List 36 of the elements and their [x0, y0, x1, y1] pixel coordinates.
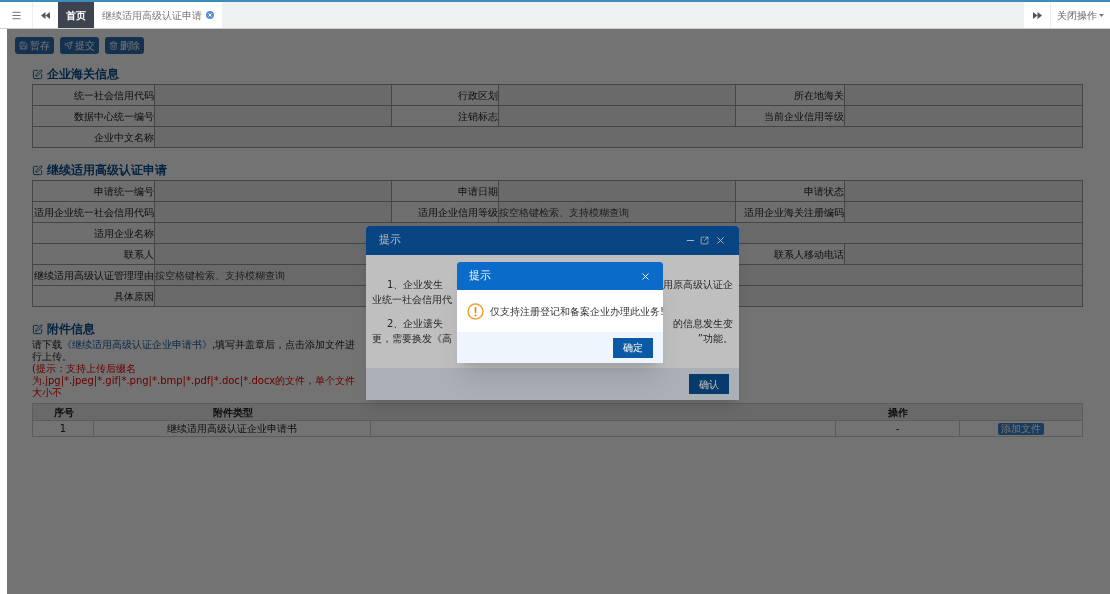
- table-cell: 1: [33, 421, 94, 436]
- field-label: 适用企业海关注册编码: [735, 202, 845, 222]
- column-header: 操作: [887, 405, 909, 420]
- instruction-text: 请下载《继续适用高级认证企业申请书》,填写并盖章后，点击添加文件进行上传。: [32, 339, 357, 363]
- dialog-text: ”功能。: [697, 332, 733, 346]
- field-label: 当前企业信用等级: [735, 106, 845, 126]
- field-label: 注销标志: [391, 106, 499, 126]
- section-title: 企业海关信息: [47, 66, 119, 83]
- field-label: 所在地海关: [735, 85, 845, 105]
- alert-title: 提示: [469, 267, 491, 284]
- table-cell: 继续适用高级认证企业申请书: [94, 421, 371, 436]
- hint-text: (提示：支持上传后缀名为.jpg|*.jpeg|*.gif|*.png|*.bmp|*.pdf|*.doc|*.docx的文件，单个文件大小不: [32, 363, 357, 399]
- dialog-text: 业统一社会信用代: [372, 293, 452, 307]
- field-label: 申请统一编号: [33, 181, 155, 201]
- field-label: 申请日期: [391, 181, 499, 201]
- field-label: 适用企业名称: [33, 223, 155, 243]
- column-header: 序号: [52, 405, 75, 420]
- dialog-text: 更，需要换发《高: [372, 332, 452, 346]
- field-label: 行政区划: [391, 85, 499, 105]
- column-header: 附件类型: [211, 405, 254, 420]
- section-title: 继续适用高级认证申请: [47, 162, 167, 179]
- alert-message: 仅支持注册登记和备案企业办理此业务!: [490, 304, 663, 319]
- dialog-text: 用原高级认证企: [663, 278, 733, 292]
- dialog-text: 的信息发生变: [673, 317, 733, 331]
- dialog-text: 2、企业遗失: [386, 317, 444, 331]
- field-label: 具体原因: [33, 286, 155, 306]
- field-label: 继续适用高级认证管理理由: [33, 265, 155, 285]
- section-title: 附件信息: [47, 321, 95, 338]
- field-label: 联系人: [33, 244, 155, 264]
- field-label: 企业中文名称: [33, 127, 155, 147]
- dialog-title: 提示: [379, 232, 401, 249]
- table-cell: -: [836, 421, 960, 436]
- field-label: 数据中心统一编号: [33, 106, 155, 126]
- field-label: 申请状态: [735, 181, 845, 201]
- field-label: 适用企业信用等级: [391, 202, 499, 222]
- dialog-text: 1、企业发生: [386, 278, 444, 292]
